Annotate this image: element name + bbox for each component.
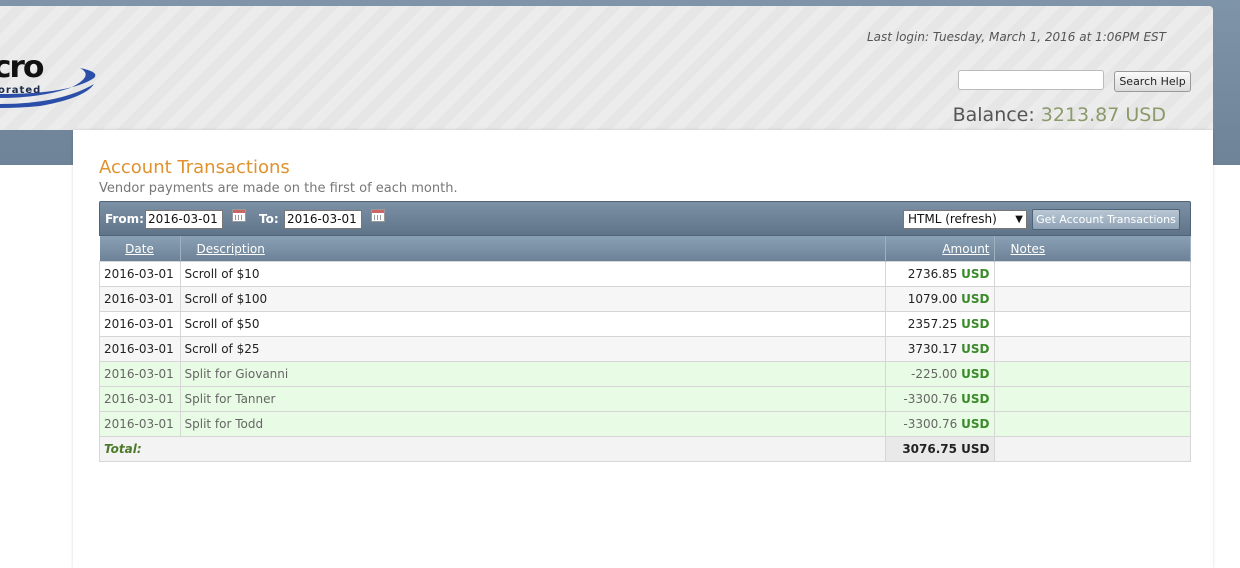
company-logo[interactable]: cro orated — [0, 46, 100, 108]
cell-description: Scroll of $10 — [179, 261, 886, 287]
amount-value: 1079.00 — [907, 292, 958, 306]
cell-date: 2016-03-01 — [99, 261, 181, 287]
cell-notes — [993, 386, 1191, 412]
currency-label: USD — [961, 317, 990, 331]
cell-notes — [993, 361, 1191, 387]
cell-description: Split for Tanner — [179, 386, 886, 412]
transactions-toolbar: From: 2016-03-01 To: 2016-03-01 HTML (re… — [99, 201, 1191, 236]
from-date-input[interactable]: 2016-03-01 — [145, 210, 223, 229]
column-header-date[interactable]: Date — [99, 236, 181, 262]
column-header-amount[interactable]: Amount — [885, 236, 995, 262]
cell-amount: -3300.76 USD — [884, 411, 995, 437]
cell-amount: 3730.17 USD — [884, 336, 995, 362]
column-header-notes[interactable]: Notes — [994, 236, 1191, 262]
cell-notes — [993, 311, 1191, 337]
amount-value: -225.00 — [910, 367, 958, 381]
total-notes-cell — [993, 436, 1191, 462]
format-select-value: HTML (refresh) — [908, 212, 997, 226]
total-amount: 3076.75 USD — [884, 436, 995, 462]
cell-notes — [993, 336, 1191, 362]
cell-date: 2016-03-01 — [99, 411, 181, 437]
cell-date: 2016-03-01 — [99, 336, 181, 362]
cell-description: Scroll of $50 — [179, 311, 886, 337]
cell-amount: -3300.76 USD — [884, 386, 995, 412]
balance-amount: 3213.87 USD — [1040, 104, 1166, 126]
cell-amount: 2736.85 USD — [884, 261, 995, 287]
amount-value: 3730.17 — [907, 342, 958, 356]
currency-label: USD — [961, 417, 990, 431]
table-row: 2016-03-01 Split for Giovanni -225.00 US… — [99, 361, 1191, 387]
table-row: 2016-03-01 Scroll of $100 1079.00 USD — [99, 286, 1191, 312]
cell-description: Scroll of $25 — [179, 336, 886, 362]
from-calendar-icon[interactable] — [232, 209, 246, 222]
cell-amount: -225.00 USD — [884, 361, 995, 387]
cell-date: 2016-03-01 — [99, 286, 181, 312]
total-label: Total: — [104, 442, 142, 456]
table-row: 2016-03-01 Scroll of $50 2357.25 USD — [99, 311, 1191, 337]
cell-notes — [993, 411, 1191, 437]
currency-label: USD — [961, 342, 990, 356]
to-date-input[interactable]: 2016-03-01 — [284, 210, 362, 229]
page-subtitle: Vendor payments are made on the first of… — [99, 181, 458, 196]
from-label: From: — [105, 212, 144, 226]
currency-label: USD — [961, 292, 990, 306]
logo-mark-text: cro — [0, 50, 44, 85]
table-row: 2016-03-01 Split for Tanner -3300.76 USD — [99, 386, 1191, 412]
cell-date: 2016-03-01 — [99, 386, 181, 412]
total-row: Total: 3076.75 USD — [99, 436, 1191, 462]
amount-value: -3300.76 — [903, 417, 958, 431]
chevron-down-icon: ▼ — [1015, 214, 1023, 225]
cell-description: Split for Giovanni — [179, 361, 886, 387]
last-login-text: Last login: Tuesday, March 1, 2016 at 1:… — [866, 30, 1166, 44]
account-balance: Balance: 3213.87 USD — [953, 104, 1166, 126]
amount-value: -3300.76 — [903, 392, 958, 406]
site-header: cro orated Last login: Tuesday, March 1,… — [0, 6, 1213, 130]
table-row: 2016-03-01 Scroll of $10 2736.85 USD — [99, 261, 1191, 287]
column-header-description[interactable]: Description — [180, 236, 886, 262]
format-select[interactable]: HTML (refresh) ▼ — [903, 210, 1027, 229]
page-title: Account Transactions — [99, 157, 290, 178]
table-row: 2016-03-01 Split for Todd -3300.76 USD — [99, 411, 1191, 437]
amount-value: 2357.25 — [907, 317, 958, 331]
cell-amount: 2357.25 USD — [884, 311, 995, 337]
search-help-button[interactable]: Search Help — [1114, 71, 1191, 92]
table-row: 2016-03-01 Scroll of $25 3730.17 USD — [99, 336, 1191, 362]
to-calendar-icon[interactable] — [371, 209, 385, 222]
get-transactions-button[interactable]: Get Account Transactions — [1032, 209, 1180, 230]
to-label: To: — [259, 212, 279, 226]
cell-date: 2016-03-01 — [99, 311, 181, 337]
cell-notes — [993, 286, 1191, 312]
currency-label: USD — [961, 367, 990, 381]
logo-sub-text: orated — [0, 85, 42, 96]
cell-date: 2016-03-01 — [99, 361, 181, 387]
balance-label: Balance: — [952, 104, 1035, 126]
cell-notes — [993, 261, 1191, 287]
amount-value: 2736.85 — [907, 267, 958, 281]
transactions-table: Date Description Amount Notes 2016-03-01… — [99, 236, 1191, 462]
cell-description: Split for Todd — [179, 411, 886, 437]
cell-description: Scroll of $100 — [179, 286, 886, 312]
currency-label: USD — [961, 392, 990, 406]
cell-amount: 1079.00 USD — [884, 286, 995, 312]
currency-label: USD — [961, 267, 990, 281]
search-help-input[interactable] — [958, 70, 1104, 90]
total-label-cell: Total: — [99, 436, 886, 462]
